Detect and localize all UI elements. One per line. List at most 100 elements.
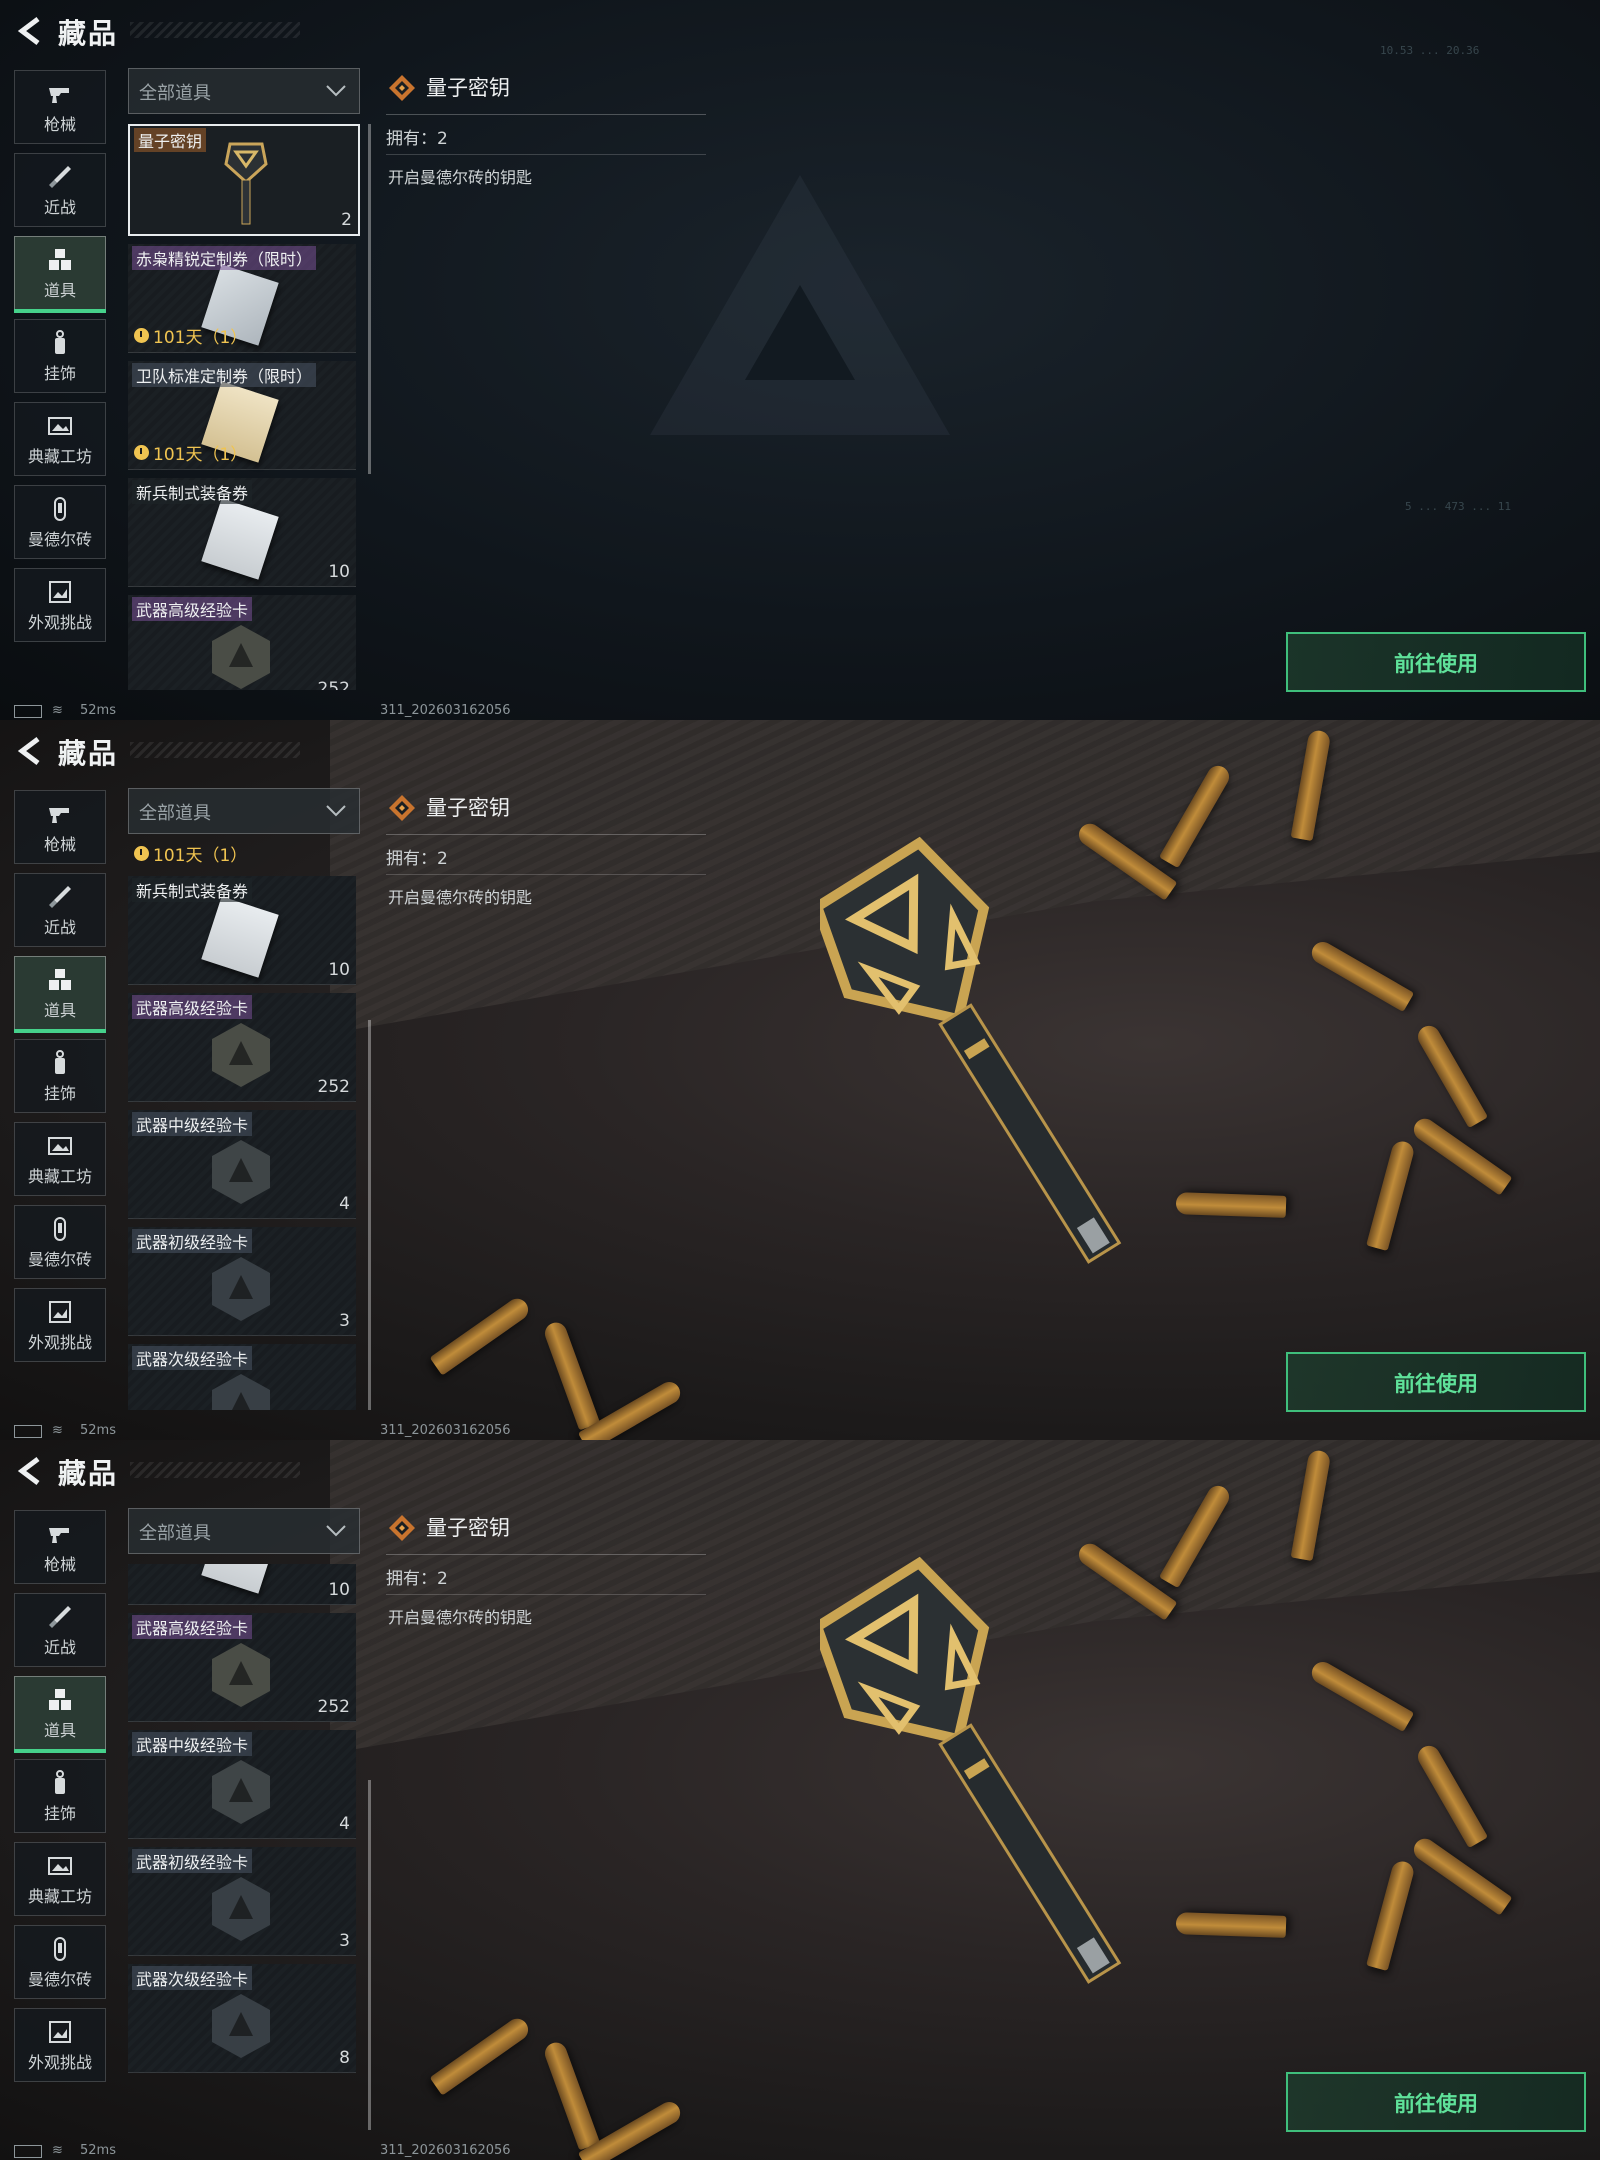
list-scrollbar[interactable] <box>368 124 371 474</box>
title-decoration <box>130 1462 300 1478</box>
sidebar-item-charms[interactable]: 挂饰 <box>14 1039 106 1113</box>
ping-readout: 52ms <box>80 2143 116 2158</box>
go-use-button[interactable]: 前往使用 <box>1286 2072 1586 2132</box>
sidebar-item-mandel-brick[interactable]: 曼德尔砖 <box>14 1205 106 1279</box>
chevron-down-icon <box>326 1525 346 1537</box>
list-item[interactable]: 武器高级经验卡 252 <box>128 1613 356 1722</box>
detail-description: 开启曼德尔砖的钥匙 <box>388 888 533 907</box>
category-sidebar: 枪械近战道具 挂饰典藏工坊曼德尔砖外观挑战 <box>14 1510 106 2091</box>
bullet-prop <box>1307 1657 1415 1733</box>
sidebar-item-items[interactable]: 道具 <box>14 1676 106 1753</box>
item-filter-dropdown[interactable]: 全部道具 <box>128 788 360 834</box>
go-use-label: 前往使用 <box>1394 1372 1478 1396</box>
list-item[interactable]: 武器中级经验卡 4 <box>128 1730 356 1839</box>
list-item[interactable]: 武器次级经验卡 <box>128 1344 356 1410</box>
item-filter-dropdown[interactable]: 全部道具 <box>128 1508 360 1554</box>
sidebar-item-melee[interactable]: 近战 <box>14 1593 106 1667</box>
back-button[interactable] <box>14 1454 48 1488</box>
category-sidebar: 枪械近战道具 挂饰典藏工坊曼德尔砖外观挑战 <box>14 790 106 1371</box>
sidebar-item-workshop[interactable]: 典藏工坊 <box>14 1842 106 1916</box>
item-name: 武器高级经验卡 <box>132 597 253 621</box>
bullet-prop <box>1413 1741 1489 1849</box>
detail-header: 量子密钥 <box>386 790 706 835</box>
item-list[interactable]: 量子密钥 2 赤枭精锐定制券（限时） 101天（1） 卫队标准定制券（限时） 101天（1… <box>128 124 360 690</box>
back-button[interactable] <box>14 14 48 48</box>
detail-item-name: 量子密钥 <box>426 796 510 820</box>
sidebar-item-mandel-brick[interactable]: 曼德尔砖 <box>14 1925 106 1999</box>
item-count: 4 <box>339 1194 350 1214</box>
detail-owned-count: 拥有：2 <box>386 844 706 875</box>
brick-icon <box>44 1214 76 1244</box>
voucher-paper-thumbnail <box>201 498 279 580</box>
list-item-partial[interactable]: 101天（1） <box>128 844 356 868</box>
status-bar: ≋ 52ms 311_202603162056 <box>0 1422 1600 1440</box>
sidebar-item-guns[interactable]: 枪械 <box>14 1510 106 1584</box>
exp-card-badge <box>212 1023 270 1087</box>
image-icon <box>44 1297 76 1327</box>
list-item-partial[interactable]: 10 <box>128 1564 356 1605</box>
list-item[interactable]: 武器高级经验卡 252 <box>128 993 356 1102</box>
item-name: 武器初级经验卡 <box>132 1229 253 1253</box>
brick-icon <box>44 1934 76 1964</box>
list-item[interactable]: 武器中级经验卡 4 <box>128 1110 356 1219</box>
quantum-key-render <box>811 810 1160 1330</box>
sidebar-item-charms[interactable]: 挂饰 <box>14 319 106 393</box>
detail-item-name: 量子密钥 <box>426 1516 510 1540</box>
expiry-text: 101天（1） <box>153 846 248 866</box>
bullet-prop <box>1175 1912 1287 1938</box>
sidebar-item-workshop[interactable]: 典藏工坊 <box>14 402 106 476</box>
list-item[interactable]: 武器初级经验卡 3 <box>128 1227 356 1336</box>
list-item[interactable]: 新兵制式装备券 10 <box>128 478 356 587</box>
brick-icon <box>44 494 76 524</box>
list-item[interactable]: 武器高级经验卡 252 <box>128 595 356 690</box>
clock-icon <box>134 846 149 861</box>
sidebar-item-items[interactable]: 道具 <box>14 236 106 313</box>
list-item[interactable]: 武器次级经验卡 8 <box>128 1964 356 2073</box>
list-scrollbar[interactable] <box>368 1780 371 2130</box>
sidebar-item-guns[interactable]: 枪械 <box>14 790 106 864</box>
bullet-prop <box>541 1319 601 1431</box>
wifi-icon: ≋ <box>52 2143 63 2158</box>
go-use-button[interactable]: 前往使用 <box>1286 632 1586 692</box>
logo-watermark-cutout <box>745 285 855 380</box>
sidebar-item-appearance-challenge[interactable]: 外观挑战 <box>14 1288 106 1362</box>
sidebar-item-charms[interactable]: 挂饰 <box>14 1759 106 1833</box>
expiry-text: 101天（1） <box>153 445 248 465</box>
sidebar-item-items[interactable]: 道具 <box>14 956 106 1033</box>
go-use-button[interactable]: 前往使用 <box>1286 1352 1586 1412</box>
bullet-prop <box>1307 937 1415 1013</box>
sidebar-item-mandel-brick[interactable]: 曼德尔砖 <box>14 485 106 559</box>
sidebar-item-workshop[interactable]: 典藏工坊 <box>14 1122 106 1196</box>
back-button[interactable] <box>14 734 48 768</box>
clock-icon <box>134 328 149 343</box>
sidebar-item-appearance-challenge[interactable]: 外观挑战 <box>14 2008 106 2082</box>
exp-card-badge <box>212 1140 270 1204</box>
image-icon <box>44 577 76 607</box>
ping-readout: 52ms <box>80 1423 116 1438</box>
pistol-icon <box>44 1519 76 1549</box>
list-item[interactable]: 新兵制式装备券 10 <box>128 876 356 985</box>
item-list[interactable]: 101天（1） 新兵制式装备券 10 武器高级经验卡 252 武器中级经验卡 4 武器初级经验… <box>128 844 360 1410</box>
item-filter-dropdown[interactable]: 全部道具 <box>128 68 360 114</box>
list-item[interactable]: 武器初级经验卡 3 <box>128 1847 356 1956</box>
sidebar-item-label: 近战 <box>43 918 76 937</box>
list-item[interactable]: 量子密钥 2 <box>128 124 360 236</box>
build-id: 311_202603162056 <box>380 1423 511 1438</box>
list-scrollbar[interactable] <box>368 1020 371 1410</box>
item-list[interactable]: 10 武器高级经验卡 252 武器中级经验卡 4 武器初级经验卡 3 武器次级经验卡 8 <box>128 1564 360 2130</box>
sidebar-item-melee[interactable]: 近战 <box>14 873 106 947</box>
list-item[interactable]: 赤枭精锐定制券（限时） 101天（1） <box>128 244 356 353</box>
item-count: 3 <box>339 1311 350 1331</box>
bullet-prop <box>429 2014 533 2096</box>
list-item[interactable]: 卫队标准定制券（限时） 101天（1） <box>128 361 356 470</box>
sidebar-item-appearance-challenge[interactable]: 外观挑战 <box>14 568 106 642</box>
build-id: 311_202603162056 <box>380 703 511 718</box>
category-sidebar: 枪械近战道具 挂饰典藏工坊曼德尔砖外观挑战 <box>14 70 106 651</box>
battery-icon <box>14 1425 42 1438</box>
item-name: 武器中级经验卡 <box>132 1732 253 1756</box>
sidebar-item-melee[interactable]: 近战 <box>14 153 106 227</box>
items-cubes-icon <box>44 245 76 275</box>
sidebar-item-guns[interactable]: 枪械 <box>14 70 106 144</box>
screenshot-stack: 10.53 ... 20.36 5 ... 473 ... 11 藏品 枪械 近战 道具挂… <box>0 0 1600 2160</box>
expiry-timer: 101天（1） <box>134 323 247 348</box>
